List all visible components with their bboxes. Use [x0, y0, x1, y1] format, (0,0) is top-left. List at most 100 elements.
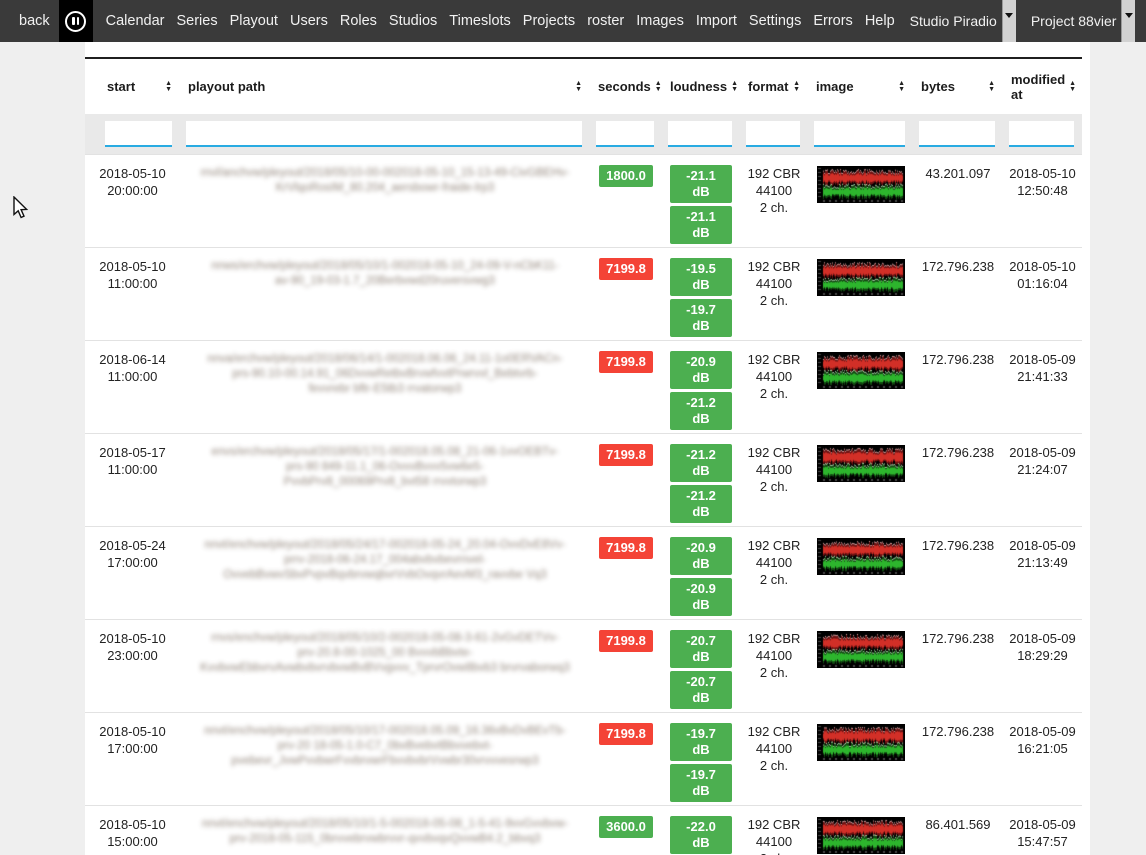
filter-input-modified-at[interactable] [1009, 121, 1074, 147]
nav-item-help[interactable]: Help [865, 13, 895, 29]
loudness-cell: -19.7 dB-19.7 dB [662, 712, 740, 805]
start-cell: 2018-05-2417:00:00 [85, 526, 180, 619]
playout-path-cell: rnvl/anchvw/pleyout/2018/05/10-00-002018… [180, 154, 590, 247]
column-header-bytes[interactable]: bytes▲▼ [913, 58, 1003, 114]
app-logo-icon[interactable] [59, 0, 93, 42]
loudness-badge: -19.7 dB [670, 723, 732, 761]
modified-cell: 2018-05-0916:21:05 [1003, 712, 1082, 805]
project-select[interactable]: Project 88vier [1027, 0, 1136, 42]
seconds-badge: 3600.0 [599, 816, 653, 838]
redacted-path-text: rnvl/anchvw/pleyout/2018/05/10-00-002018… [196, 166, 574, 196]
table-row[interactable]: 2018-05-1711:00:00 envs/erchvw/pleyout/2… [85, 433, 1082, 526]
filter-input-playout-path[interactable] [186, 121, 582, 147]
sort-icon: ▲▼ [575, 81, 582, 93]
waveform-thumbnail [817, 166, 905, 203]
column-header-format[interactable]: format▲▼ [740, 58, 808, 114]
nav-back-link[interactable]: back [19, 13, 50, 29]
seconds-cell: 7199.8 [590, 619, 662, 712]
format-cell: 192 CBR441002 ch. [740, 712, 808, 805]
seconds-badge: 7199.8 [599, 258, 653, 280]
waveform-thumbnail [817, 631, 905, 668]
table-row[interactable]: 2018-05-1011:00:00 nnws/erchvw/pleyout/2… [85, 247, 1082, 340]
seconds-badge: 7199.8 [599, 351, 653, 373]
column-header-modified-at[interactable]: modified at▲▼ [1003, 58, 1082, 114]
studio-select[interactable]: Studio Piradio [906, 0, 1016, 42]
format-cell: 192 CBR441002 ch. [740, 526, 808, 619]
column-header-start[interactable]: start▲▼ [85, 58, 180, 114]
table-row[interactable]: 2018-06-1411:00:00 nnva/erchvw/pleyout/2… [85, 340, 1082, 433]
image-cell [808, 526, 913, 619]
column-header-seconds[interactable]: seconds▲▼ [590, 58, 662, 114]
start-cell: 2018-05-1017:00:00 [85, 712, 180, 805]
column-header-playout-path[interactable]: playout path▲▼ [180, 58, 590, 114]
loudness-badge: -20.9 dB [670, 351, 732, 389]
image-cell [808, 433, 913, 526]
start-cell: 2018-05-1020:00:00 [85, 154, 180, 247]
seconds-cell: 7199.8 [590, 526, 662, 619]
loudness-badge: -19.7 dB [670, 764, 732, 802]
top-nav-bar: back Calendar Series Playout Users Roles… [0, 0, 1146, 42]
table-row[interactable]: 2018-05-1020:00:00 rnvl/anchvw/pleyout/2… [85, 154, 1082, 247]
table-body: 2018-05-1020:00:00 rnvl/anchvw/pleyout/2… [85, 154, 1082, 855]
format-cell: 192 CBR441002 ch. [740, 247, 808, 340]
loudness-badge: -21.2 dB [670, 392, 732, 430]
sort-icon: ▲▼ [165, 81, 172, 93]
filter-row [85, 114, 1082, 154]
waveform-thumbnail [817, 724, 905, 761]
column-header-image[interactable]: image▲▼ [808, 58, 913, 114]
nav-item-timeslots[interactable]: Timeslots [449, 13, 511, 29]
nav-item-series[interactable]: Series [176, 13, 217, 29]
loudness-badge: -19.7 dB [670, 299, 732, 337]
filter-input-image[interactable] [814, 121, 905, 147]
filter-input-start[interactable] [105, 121, 172, 147]
nav-item-playout[interactable]: Playout [230, 13, 278, 29]
image-cell [808, 712, 913, 805]
nav-item-users[interactable]: Users [290, 13, 328, 29]
start-cell: 2018-05-1015:00:00 [85, 805, 180, 855]
bytes-cell: 172.796.238 [913, 247, 1003, 340]
loudness-cell: -21.2 dB-21.2 dB [662, 433, 740, 526]
loudness-cell: -19.5 dB-19.7 dB [662, 247, 740, 340]
seconds-cell: 1800.0 [590, 154, 662, 247]
format-cell: 192 CBR441002 ch. [740, 154, 808, 247]
filter-input-bytes[interactable] [919, 121, 995, 147]
loudness-badge: -22.0 dB [670, 816, 732, 854]
seconds-badge: 1800.0 [599, 165, 653, 187]
filter-input-seconds[interactable] [596, 121, 654, 147]
column-header-loudness[interactable]: loudness▲▼ [662, 58, 740, 114]
loudness-badge: -21.1 dB [670, 206, 732, 244]
playout-path-cell: envs/erchvw/pleyout/2018/05/17/1-002018.… [180, 433, 590, 526]
chevron-down-icon [1002, 0, 1016, 42]
nav-item-import[interactable]: Import [696, 13, 737, 29]
seconds-cell: 3600.0 [590, 805, 662, 855]
format-cell: 192 CBR441002 ch. [740, 805, 808, 855]
redacted-path-text: rnvs/enchvw/pleyout/2018/05/10/2-002018-… [196, 631, 574, 676]
nav-item-settings[interactable]: Settings [749, 13, 801, 29]
nav-item-roster[interactable]: roster [587, 13, 624, 29]
nav-item-roles[interactable]: Roles [340, 13, 377, 29]
playout-path-cell: rnvs/enchvw/pleyout/2018/05/10/2-002018-… [180, 619, 590, 712]
filter-input-loudness[interactable] [668, 121, 732, 147]
filter-input-format[interactable] [746, 121, 800, 147]
seconds-cell: 7199.8 [590, 433, 662, 526]
nav-menu: Calendar Series Playout Users Roles Stud… [106, 13, 895, 29]
table-row[interactable]: 2018-05-1017:00:00 nnvt/enchvw/pleyout/2… [85, 712, 1082, 805]
seconds-badge: 7199.8 [599, 723, 653, 745]
modified-cell: 2018-05-0921:13:49 [1003, 526, 1082, 619]
table-row[interactable]: 2018-05-1023:00:00 rnvs/enchvw/pleyout/2… [85, 619, 1082, 712]
redacted-path-text: nnvt/enchvw/pleyout/2018/05/10/1-5-00201… [196, 817, 574, 847]
nav-item-studios[interactable]: Studios [389, 13, 437, 29]
nav-item-errors[interactable]: Errors [813, 13, 852, 29]
waveform-thumbnail [817, 538, 905, 575]
playout-path-cell: nnva/erchvw/pleyout/2018/06/14/1-002018.… [180, 340, 590, 433]
nav-item-images[interactable]: Images [636, 13, 684, 29]
table-row[interactable]: 2018-05-2417:00:00 nnvt/enchvw/pleyout/2… [85, 526, 1082, 619]
nav-item-calendar[interactable]: Calendar [106, 13, 165, 29]
redacted-path-text: nnva/erchvw/pleyout/2018/06/14/1-002018.… [196, 352, 574, 397]
project-select-value: Project 88vier [1027, 0, 1122, 42]
image-cell [808, 154, 913, 247]
playout-path-cell: nnvt/enchvw/pleyout/2018/05/10/17-002018… [180, 712, 590, 805]
nav-item-projects[interactable]: Projects [523, 13, 575, 29]
seconds-badge: 7199.8 [599, 630, 653, 652]
table-row[interactable]: 2018-05-1015:00:00 nnvt/enchvw/pleyout/2… [85, 805, 1082, 855]
